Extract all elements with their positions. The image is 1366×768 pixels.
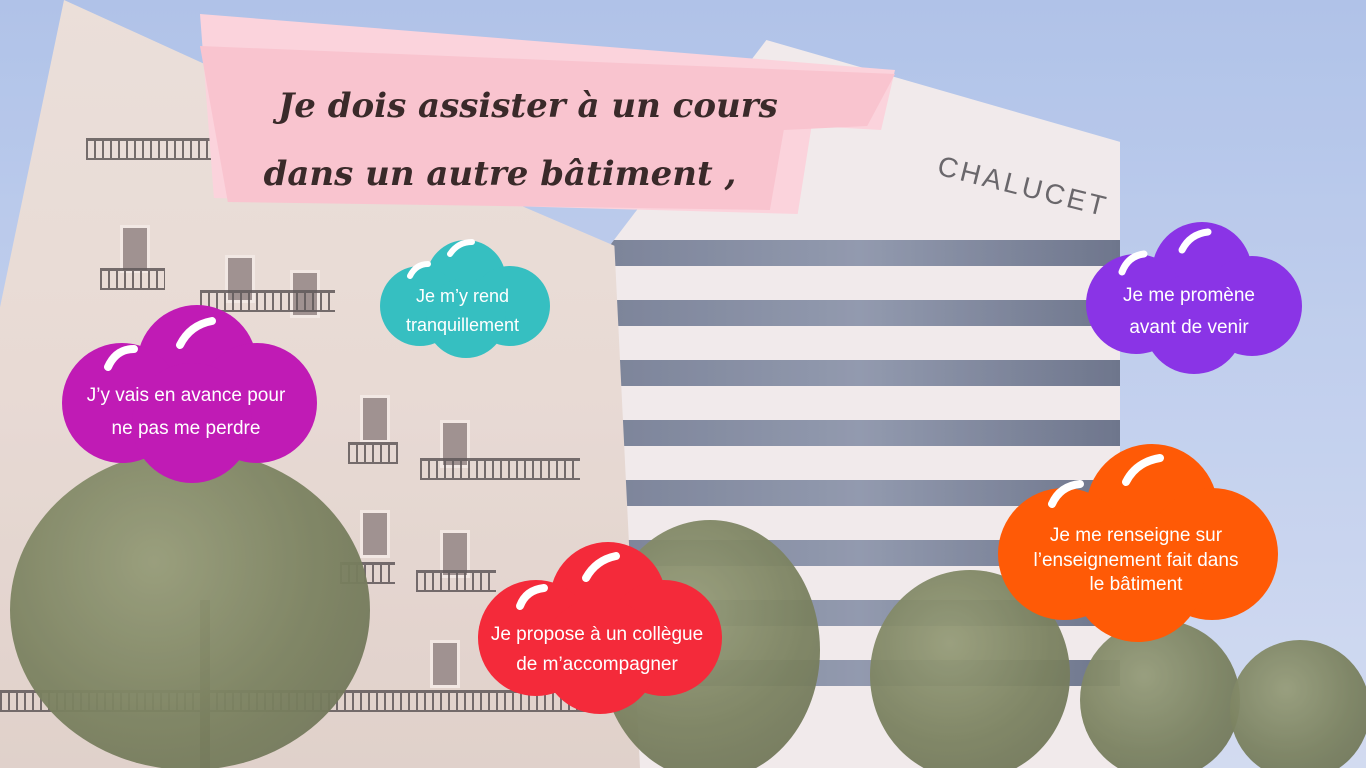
- bubble-inform-line-2: l’enseignement fait dans: [1033, 549, 1239, 571]
- bubble-stroll[interactable]: Je me promène avant de venir: [1076, 220, 1302, 375]
- bubble-early-line-1: J’y vais en avance pour: [86, 385, 286, 406]
- bubble-walk-line-2: tranquillement: [405, 314, 520, 335]
- bubble-inform-line-1: Je me renseigne sur: [1049, 525, 1223, 546]
- bubble-ask-colleague[interactable]: Je propose à un collègue de m’accompagne…: [466, 540, 728, 718]
- bubble-stroll-line-1: Je me promène: [1122, 285, 1255, 306]
- bubble-colleague-line-1: Je propose à un collègue: [490, 624, 704, 645]
- bubble-inform-line-3: le bâtiment: [1089, 574, 1183, 596]
- bubble-stroll-line-2: avant de venir: [1129, 317, 1249, 339]
- bubble-walk-calmly[interactable]: Je m’y rend tranquillement: [370, 236, 555, 358]
- title-line-2: dans un autre bâtiment ,: [263, 154, 737, 194]
- bubble-colleague-line-2: de m’accompagner: [516, 654, 678, 676]
- bubble-walk-line-1: Je m’y rend: [415, 286, 510, 306]
- bubble-learn-about-teaching[interactable]: Je me renseigne sur l’enseignement fait …: [986, 442, 1286, 645]
- bubble-go-early[interactable]: J’y vais en avance pour ne pas me perdre: [52, 303, 320, 485]
- title-banner: Je dois assister à un cours dans un autr…: [200, 14, 895, 214]
- title-line-1: Je dois assister à un cours: [278, 86, 778, 126]
- bubble-early-line-2: ne pas me perdre: [111, 418, 261, 440]
